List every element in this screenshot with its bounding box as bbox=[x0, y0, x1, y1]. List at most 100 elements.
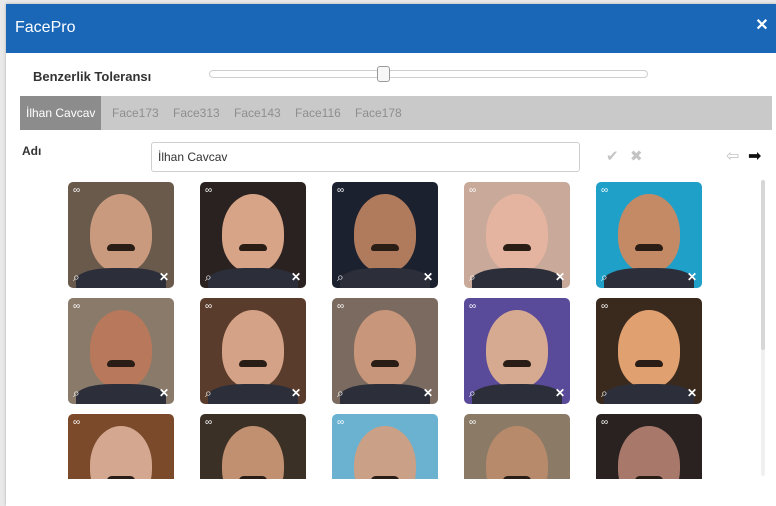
tolerance-label: Benzerlik Toleransı bbox=[33, 69, 152, 84]
face-tag-icon[interactable]: ∞ bbox=[337, 186, 344, 196]
name-label: Adı bbox=[22, 144, 42, 158]
face-photo bbox=[222, 426, 284, 479]
face-photo bbox=[222, 310, 284, 388]
zoom-icon[interactable]: ⌕ bbox=[73, 271, 80, 283]
shoulders bbox=[208, 268, 298, 288]
face-photo bbox=[618, 426, 680, 479]
tolerance-slider[interactable] bbox=[209, 70, 648, 78]
mustache bbox=[107, 360, 135, 367]
x-icon[interactable]: ✖ bbox=[630, 149, 643, 165]
mustache bbox=[503, 476, 531, 479]
mustache bbox=[239, 476, 267, 479]
face-photo bbox=[354, 194, 416, 272]
tab-face313[interactable]: Face313 bbox=[173, 96, 220, 130]
face-tag-icon[interactable]: ∞ bbox=[73, 186, 80, 196]
face-thumbnail[interactable]: ∞ ⌕ ✕ bbox=[596, 182, 702, 288]
zoom-icon[interactable]: ⌕ bbox=[601, 387, 608, 399]
scrollbar-thumb[interactable] bbox=[761, 180, 765, 350]
mustache bbox=[635, 476, 663, 479]
tab-face143[interactable]: Face143 bbox=[234, 96, 281, 130]
thumbnail-grid: ∞ ⌕ ✕ ∞ ⌕ ✕ ∞ ⌕ ✕ ∞ ⌕ ✕ ∞ ⌕ ✕ ∞ ⌕ ✕ ∞ ⌕ ✕ ∞ ⌕ ✕ ∞ ⌕ ✕ ∞ ⌕ ✕ ∞ ∞ ∞ ∞ ∞ bbox=[68, 182, 728, 479]
delete-icon[interactable]: ✕ bbox=[423, 271, 433, 283]
zoom-icon[interactable]: ⌕ bbox=[337, 387, 344, 399]
face-photo bbox=[486, 194, 548, 272]
face-tag-icon[interactable]: ∞ bbox=[601, 186, 608, 196]
face-tag-icon[interactable]: ∞ bbox=[469, 418, 476, 428]
delete-icon[interactable]: ✕ bbox=[687, 387, 697, 399]
face-thumbnail[interactable]: ∞ ⌕ ✕ bbox=[596, 298, 702, 404]
zoom-icon[interactable]: ⌕ bbox=[337, 271, 344, 283]
delete-icon[interactable]: ✕ bbox=[159, 387, 169, 399]
face-tag-icon[interactable]: ∞ bbox=[337, 418, 344, 428]
face-tag-icon[interactable]: ∞ bbox=[469, 302, 476, 312]
mustache bbox=[107, 476, 135, 479]
delete-icon[interactable]: ✕ bbox=[555, 387, 565, 399]
tab-ilhan-cavcav[interactable]: İlhan Cavcav bbox=[20, 96, 102, 130]
mustache bbox=[371, 244, 399, 251]
delete-icon[interactable]: ✕ bbox=[423, 387, 433, 399]
face-tag-icon[interactable]: ∞ bbox=[205, 418, 212, 428]
check-icon[interactable]: ✔ bbox=[606, 149, 619, 165]
mustache bbox=[635, 360, 663, 367]
zoom-icon[interactable]: ⌕ bbox=[73, 387, 80, 399]
mustache bbox=[239, 244, 267, 251]
face-photo bbox=[618, 310, 680, 388]
face-photo bbox=[90, 310, 152, 388]
tab-face173[interactable]: Face173 bbox=[112, 96, 159, 130]
face-thumbnail[interactable]: ∞ ⌕ ✕ bbox=[332, 298, 438, 404]
tab-face178[interactable]: Face178 bbox=[355, 96, 402, 130]
delete-icon[interactable]: ✕ bbox=[555, 271, 565, 283]
face-photo bbox=[354, 426, 416, 479]
name-input[interactable] bbox=[151, 142, 580, 172]
arrow-left-icon[interactable]: ⇦ bbox=[726, 149, 739, 165]
face-photo bbox=[486, 426, 548, 479]
mustache bbox=[239, 360, 267, 367]
mustache bbox=[107, 244, 135, 251]
shoulders bbox=[340, 384, 430, 404]
face-tag-icon[interactable]: ∞ bbox=[469, 186, 476, 196]
zoom-icon[interactable]: ⌕ bbox=[205, 387, 212, 399]
face-photo bbox=[618, 194, 680, 272]
shoulders bbox=[76, 384, 166, 404]
face-thumbnail[interactable]: ∞ bbox=[464, 414, 570, 479]
tolerance-slider-thumb[interactable] bbox=[377, 66, 390, 82]
tab-face116[interactable]: Face116 bbox=[295, 96, 341, 130]
zoom-icon[interactable]: ⌕ bbox=[601, 271, 608, 283]
facepro-window: FacePro ✕ Benzerlik Toleransı İlhan Cavc… bbox=[6, 4, 776, 506]
face-photo bbox=[222, 194, 284, 272]
face-thumbnail[interactable]: ∞ bbox=[332, 414, 438, 479]
face-thumbnail[interactable]: ∞ ⌕ ✕ bbox=[68, 298, 174, 404]
delete-icon[interactable]: ✕ bbox=[687, 271, 697, 283]
zoom-icon[interactable]: ⌕ bbox=[205, 271, 212, 283]
delete-icon[interactable]: ✕ bbox=[159, 271, 169, 283]
shoulders bbox=[604, 384, 694, 404]
face-thumbnail[interactable]: ∞ ⌕ ✕ bbox=[464, 182, 570, 288]
arrow-right-icon[interactable]: ➡ bbox=[748, 149, 761, 165]
face-tag-icon[interactable]: ∞ bbox=[205, 186, 212, 196]
zoom-icon[interactable]: ⌕ bbox=[469, 387, 476, 399]
face-thumbnail[interactable]: ∞ ⌕ ✕ bbox=[464, 298, 570, 404]
face-tag-icon[interactable]: ∞ bbox=[337, 302, 344, 312]
delete-icon[interactable]: ✕ bbox=[291, 387, 301, 399]
close-icon[interactable]: ✕ bbox=[754, 16, 770, 36]
face-tag-icon[interactable]: ∞ bbox=[205, 302, 212, 312]
face-photo bbox=[90, 426, 152, 479]
mustache bbox=[503, 244, 531, 251]
face-thumbnail[interactable]: ∞ ⌕ ✕ bbox=[332, 182, 438, 288]
face-tag-icon[interactable]: ∞ bbox=[73, 418, 80, 428]
face-tag-icon[interactable]: ∞ bbox=[73, 302, 80, 312]
face-tag-icon[interactable]: ∞ bbox=[601, 418, 608, 428]
shoulders bbox=[340, 268, 430, 288]
face-thumbnail[interactable]: ∞ bbox=[68, 414, 174, 479]
face-thumbnail[interactable]: ∞ ⌕ ✕ bbox=[68, 182, 174, 288]
face-thumbnail[interactable]: ∞ ⌕ ✕ bbox=[200, 182, 306, 288]
face-thumbnail[interactable]: ∞ bbox=[596, 414, 702, 479]
mustache bbox=[371, 360, 399, 367]
shoulders bbox=[208, 384, 298, 404]
face-tag-icon[interactable]: ∞ bbox=[601, 302, 608, 312]
delete-icon[interactable]: ✕ bbox=[291, 271, 301, 283]
face-thumbnail[interactable]: ∞ ⌕ ✕ bbox=[200, 298, 306, 404]
title-bar: FacePro ✕ bbox=[6, 4, 776, 53]
face-thumbnail[interactable]: ∞ bbox=[200, 414, 306, 479]
zoom-icon[interactable]: ⌕ bbox=[469, 271, 476, 283]
